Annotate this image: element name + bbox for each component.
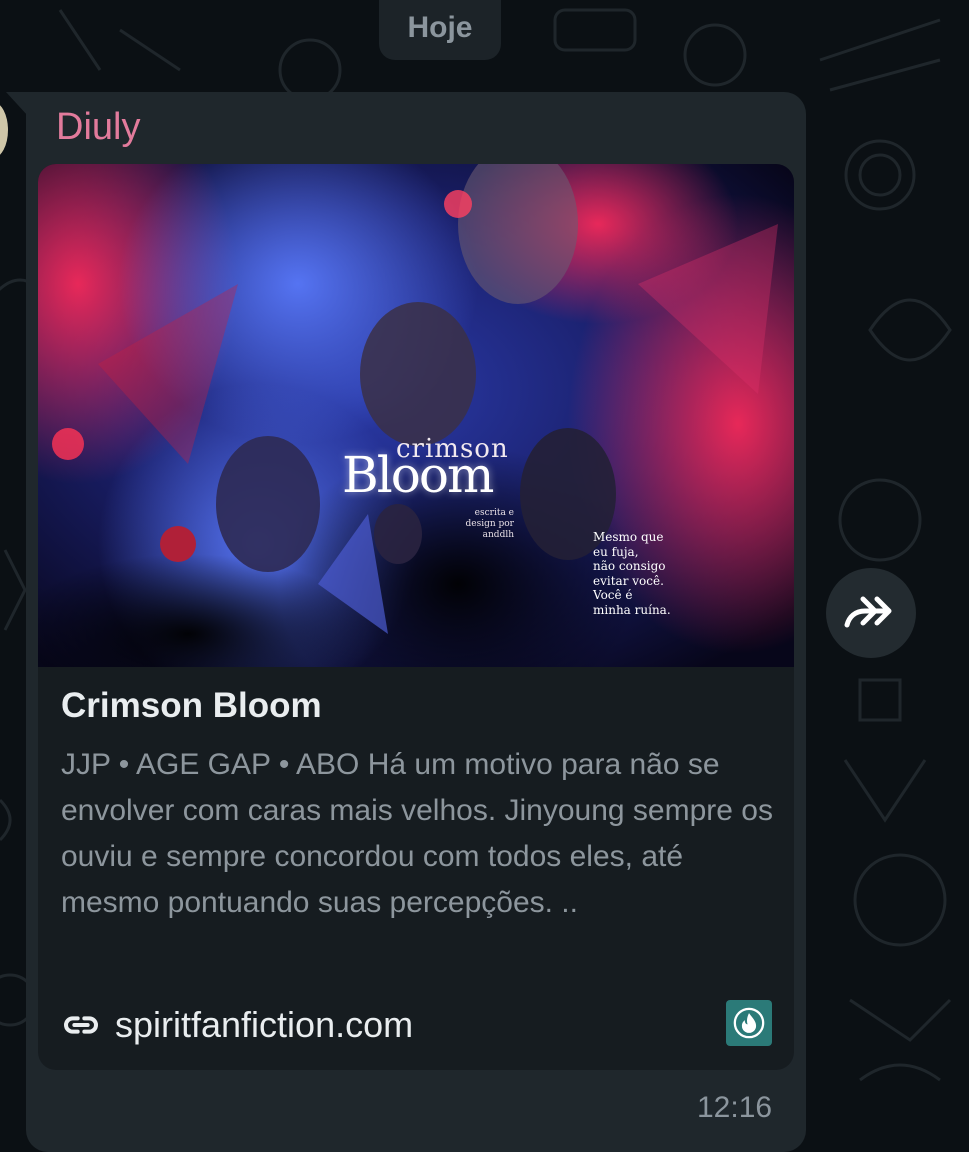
artwork-quote-line: não consigo: [593, 559, 666, 573]
message-time: 12:16: [697, 1091, 773, 1124]
link-preview-card[interactable]: crimson Bloom escrita e design por anddl…: [38, 164, 794, 1070]
link-icon: [61, 1005, 101, 1045]
link-preview-image[interactable]: crimson Bloom escrita e design por anddl…: [38, 164, 794, 667]
artwork-quote: Mesmo que eu fuja, não consigo evitar vo…: [593, 530, 703, 617]
flame-icon: [726, 1000, 772, 1046]
artwork-credit-line: escrita e: [474, 508, 514, 518]
artwork-quote-line: eu fuja,: [593, 544, 639, 559]
artwork-credit-line: design por: [465, 519, 515, 529]
date-chip: Hoje: [379, 0, 501, 60]
forward-button[interactable]: [826, 568, 916, 658]
artwork-quote-line: evitar você.: [593, 573, 664, 588]
artwork-quote-line: Você é: [593, 588, 633, 602]
link-preview-title[interactable]: Crimson Bloom: [61, 686, 322, 726]
artwork-credit: escrita e design por anddlh: [454, 508, 515, 541]
bubble-tail: [6, 92, 28, 116]
link-domain-row[interactable]: spiritfanfiction.com: [61, 1000, 413, 1050]
link-preview-description: JJP • AGE GAP • ABO Há um motivo para nã…: [61, 748, 773, 919]
artwork-title-big: Bloom: [342, 446, 494, 504]
sender-name[interactable]: Diuly: [56, 106, 140, 149]
forward-icon: [841, 591, 901, 636]
artwork-credit-line: anddlh: [482, 530, 514, 540]
artwork-quote-line: Mesmo que: [593, 530, 664, 544]
link-domain[interactable]: spiritfanfiction.com: [115, 1004, 413, 1046]
artwork-quote-line: minha ruína.: [593, 602, 671, 617]
